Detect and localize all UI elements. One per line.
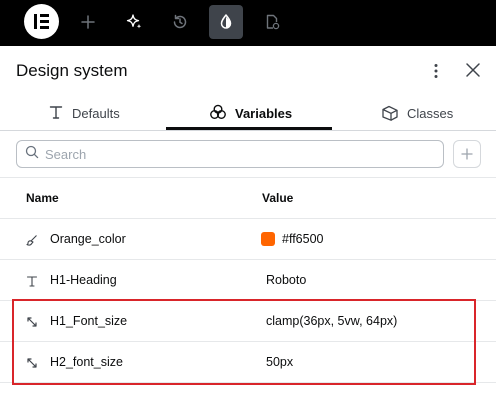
table-row[interactable]: H1-Heading Roboto <box>0 260 496 301</box>
active-tab-indicator <box>166 127 332 130</box>
tab-defaults[interactable]: Defaults <box>48 96 120 131</box>
tab-label: Defaults <box>72 106 120 121</box>
more-options-icon[interactable] <box>426 60 446 82</box>
table-row[interactable]: Orange_color #ff6500 <box>0 219 496 260</box>
tab-label: Variables <box>235 106 293 121</box>
variable-value: Roboto <box>266 273 307 287</box>
divider <box>0 177 496 178</box>
plus-icon <box>461 148 473 160</box>
text-t-icon <box>25 274 39 288</box>
panel-title: Design system <box>16 61 128 80</box>
add-element-icon[interactable] <box>71 5 105 39</box>
typography-icon <box>48 104 64 123</box>
brush-icon <box>25 233 39 247</box>
variable-name: Orange_color <box>50 232 126 246</box>
tab-label: Classes <box>407 106 454 121</box>
ai-sparkle-icon[interactable] <box>117 5 151 39</box>
color-drop-icon[interactable] <box>209 5 243 39</box>
column-header-value: Value <box>262 191 294 205</box>
page-settings-icon[interactable] <box>255 5 289 39</box>
highlight-box <box>12 299 476 385</box>
search-icon <box>25 145 39 164</box>
tab-variables[interactable]: Variables <box>209 96 292 131</box>
tab-bar: Defaults Variables Classes <box>0 96 496 131</box>
column-header-name: Name <box>26 191 59 205</box>
search-input[interactable] <box>45 146 425 162</box>
search-box[interactable] <box>16 140 444 168</box>
variable-value-text: #ff6500 <box>282 232 324 246</box>
top-toolbar <box>0 0 496 46</box>
variable-name: H1-Heading <box>50 273 117 287</box>
tab-classes[interactable]: Classes <box>381 96 453 131</box>
elementor-logo-icon[interactable] <box>24 4 59 39</box>
variable-value: #ff6500 <box>261 232 323 246</box>
classes-icon <box>381 103 399 124</box>
color-swatch <box>261 232 275 246</box>
add-variable-button[interactable] <box>453 140 481 168</box>
history-icon[interactable] <box>163 5 197 39</box>
close-icon[interactable] <box>462 59 484 81</box>
variables-icon <box>209 104 227 123</box>
